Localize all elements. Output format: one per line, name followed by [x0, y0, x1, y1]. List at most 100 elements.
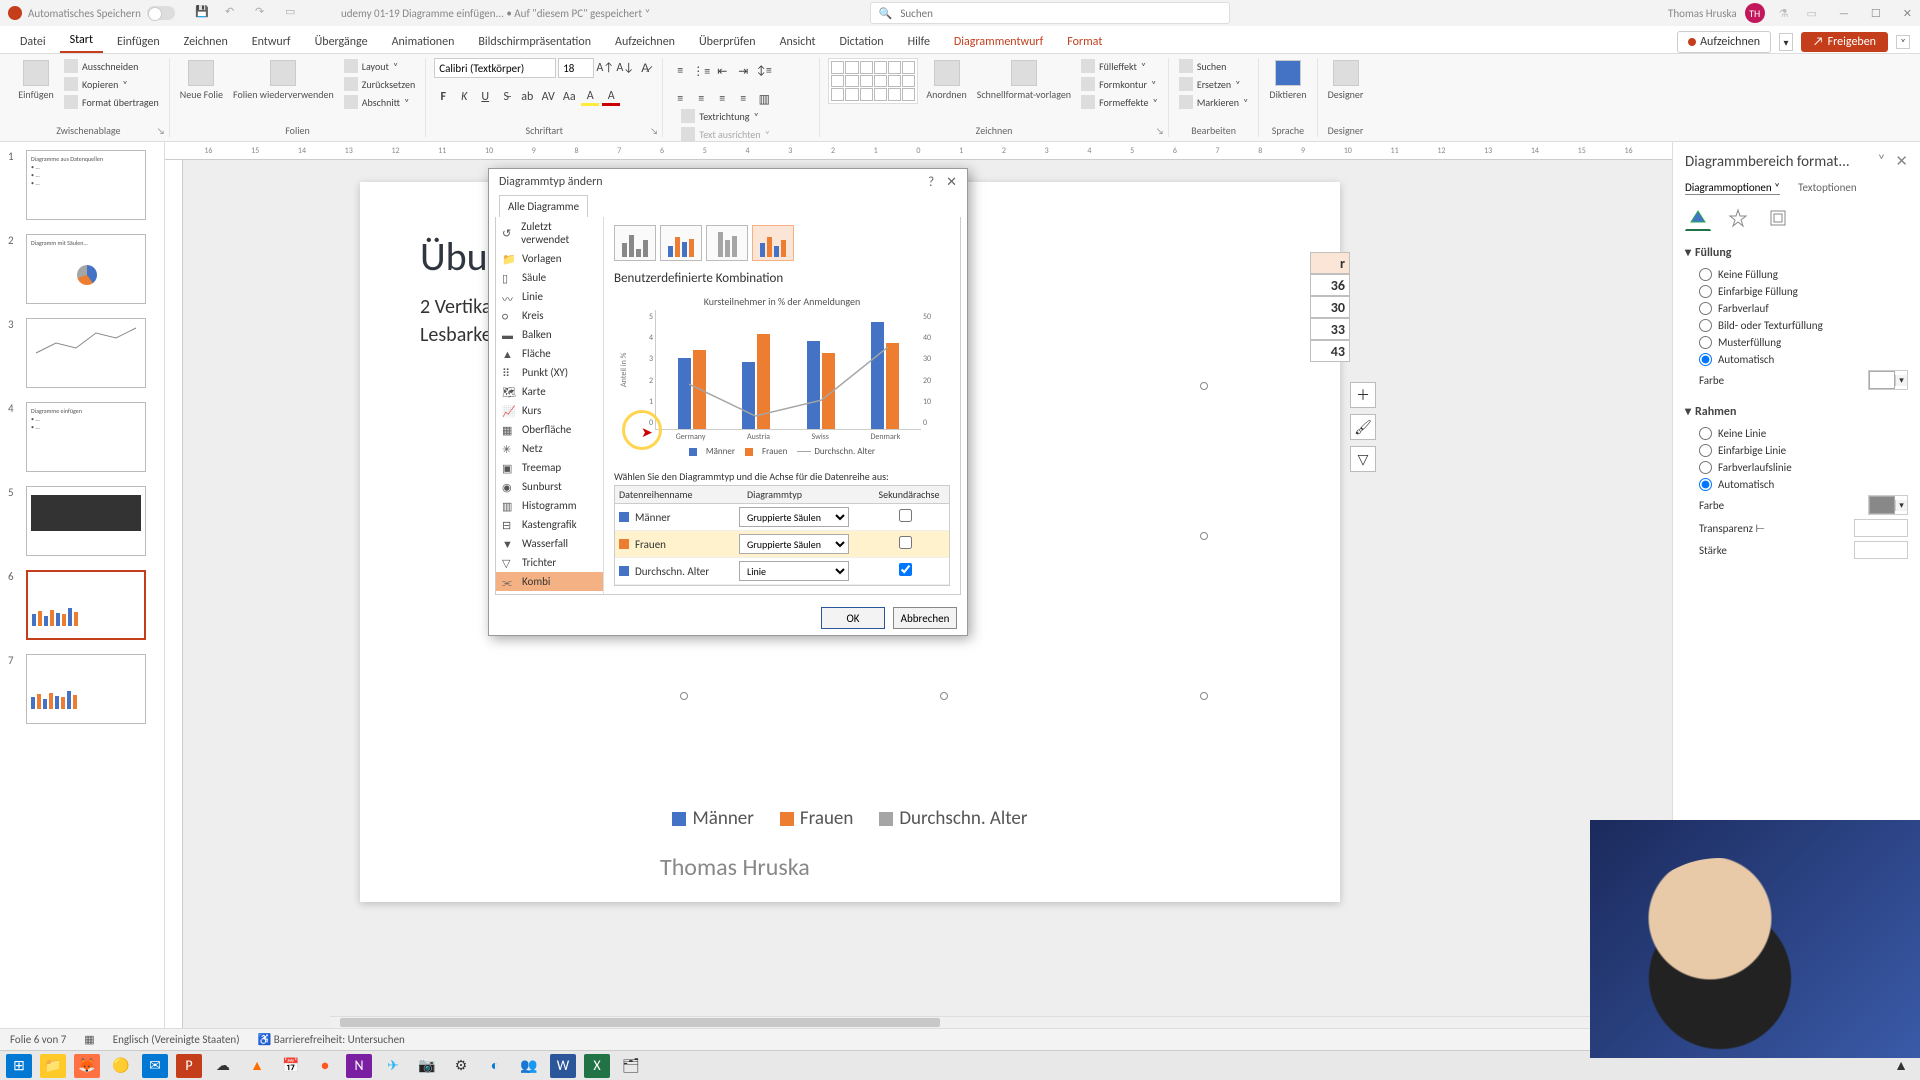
ribbon-mode-icon[interactable]: ▭ [1807, 7, 1817, 20]
fp-tab-chart-options[interactable]: Diagrammoptionen ˅ [1685, 181, 1780, 195]
redo-icon[interactable]: ↷ [255, 5, 271, 21]
shapes-gallery[interactable] [828, 58, 918, 104]
underline-button[interactable]: U [476, 88, 494, 106]
dialog-tab-all[interactable]: Alle Diagramme [499, 195, 588, 217]
chart-elements-button[interactable]: ＋ [1350, 382, 1376, 408]
paste-button[interactable]: Einfügen [16, 58, 56, 103]
search-box[interactable]: 🔍 [870, 2, 1230, 24]
chart-cat-netz[interactable]: ✳Netz [496, 439, 603, 458]
record-button[interactable]: Aufzeichnen [1677, 31, 1771, 53]
shadow-button[interactable]: ab [518, 88, 536, 106]
fp-fill-gradient[interactable]: Farbverlauf [1685, 300, 1908, 317]
find-button[interactable]: Suchen [1177, 58, 1251, 74]
quick-styles-button[interactable]: Schnellformat-vorlagen [975, 58, 1073, 103]
firefox-icon[interactable]: 🦊 [74, 1054, 100, 1078]
fp-fill-header[interactable]: ▾ Füllung [1685, 245, 1908, 260]
thumb-7[interactable] [26, 654, 146, 724]
tab-uebergaenge[interactable]: Übergänge [305, 31, 378, 53]
fp-fill-solid[interactable]: Einfarbige Füllung [1685, 283, 1908, 300]
minimize-icon[interactable]: — [1839, 7, 1849, 20]
launcher-icon[interactable]: ↘ [157, 126, 165, 137]
app-icon[interactable]: 🗂 [618, 1054, 644, 1078]
bold-button[interactable]: F [434, 88, 452, 106]
tab-animationen[interactable]: Animationen [382, 31, 465, 53]
share-button[interactable]: ↗Freigeben [1801, 32, 1888, 52]
fp-fill-color-picker[interactable]: ▾ [1868, 370, 1908, 390]
thumb-1[interactable]: Diagramme aus Datenquellen• ...• ...• ..… [26, 150, 146, 220]
chart-cat-histogramm[interactable]: ▥Histogramm [496, 496, 603, 515]
fp-border-header[interactable]: ▾ Rahmen [1685, 404, 1908, 419]
app-icon[interactable]: 📷 [414, 1054, 440, 1078]
fp-line-color-picker[interactable]: ▾ [1868, 495, 1908, 515]
tab-start[interactable]: Start [60, 29, 103, 53]
tab-datei[interactable]: Datei [10, 31, 56, 53]
search-input[interactable] [900, 7, 1220, 20]
scrollbar-horizontal[interactable] [330, 1016, 1672, 1028]
layout-button[interactable]: Layout ˅ [342, 58, 418, 74]
excel-icon[interactable]: X [584, 1054, 610, 1078]
shrink-font-icon[interactable]: A↓ [616, 59, 634, 77]
scrollbar-thumb[interactable] [340, 1018, 940, 1027]
tab-hilfe[interactable]: Hilfe [898, 31, 940, 53]
pane-close-icon[interactable]: ✕ [1895, 152, 1908, 171]
reset-button[interactable]: Zurücksetzen [342, 76, 418, 92]
onenote-icon[interactable]: N [346, 1054, 372, 1078]
selection-handle[interactable] [940, 692, 948, 700]
chart-cat-kurs[interactable]: 📈Kurs [496, 401, 603, 420]
chart-cat-punktxy[interactable]: ⠿Punkt (XY) [496, 363, 603, 382]
numbering-icon[interactable]: ⋮≡ [692, 62, 710, 80]
outline-button[interactable]: Formkontur ˅ [1079, 76, 1160, 92]
fp-fill-pattern[interactable]: Musterfüllung [1685, 334, 1908, 351]
fp-line-auto[interactable]: Automatisch [1685, 476, 1908, 493]
thumb-5[interactable] [26, 486, 146, 556]
outlook-icon[interactable]: ✉ [142, 1054, 168, 1078]
strike-button[interactable]: S̶ [497, 88, 515, 106]
chart-cat-kombi[interactable]: ⫘Kombi [496, 572, 603, 591]
fill-button[interactable]: Fülleffekt ˅ [1079, 58, 1160, 74]
teams-icon[interactable]: 👥 [516, 1054, 542, 1078]
tab-dictation[interactable]: Dictation [830, 31, 894, 53]
selection-handle[interactable] [1200, 692, 1208, 700]
selection-handle[interactable] [1200, 532, 1208, 540]
chart-cat-kreis[interactable]: ○Kreis [496, 306, 603, 325]
align-text-button[interactable]: Text ausrichten ˅ [679, 126, 811, 142]
chart-cat-vorlagen[interactable]: 📁Vorlagen [496, 249, 603, 268]
fp-line-none[interactable]: Keine Linie [1685, 425, 1908, 442]
chart-styles-button[interactable]: 🖌 [1350, 414, 1376, 440]
ok-button[interactable]: OK [821, 607, 885, 629]
app-icon[interactable]: ● [312, 1054, 338, 1078]
highlight-button[interactable]: A [581, 88, 599, 106]
cut-button[interactable]: Ausschneiden [62, 58, 161, 74]
fp-fill-auto[interactable]: Automatisch [1685, 351, 1908, 368]
font-color-button[interactable]: A [602, 88, 620, 106]
start-button[interactable]: ⊞ [6, 1054, 32, 1078]
slideshow-icon[interactable]: ▭ [285, 5, 301, 21]
avatar[interactable]: TH [1745, 3, 1765, 23]
tab-bildschirm[interactable]: Bildschirmpräsentation [468, 31, 601, 53]
thumb-2[interactable]: Diagramm mit Säulen... [26, 234, 146, 304]
chart-cat-kastengrafik[interactable]: ⊟Kastengrafik [496, 515, 603, 534]
dictate-button[interactable]: Diktieren [1267, 58, 1308, 103]
subtype-3[interactable] [706, 225, 748, 261]
align-right-icon[interactable]: ≡ [713, 90, 731, 108]
accessibility-icon[interactable]: ♿ Barrierefreiheit: Untersuchen [258, 1033, 405, 1046]
launcher-icon[interactable]: ↘ [650, 126, 658, 137]
format-painter-button[interactable]: Format übertragen [62, 94, 161, 110]
subtype-1[interactable] [614, 225, 656, 261]
chrome-icon[interactable]: 🟡 [108, 1054, 134, 1078]
font-size-select[interactable] [558, 58, 594, 78]
coming-soon-icon[interactable]: ⚗ [1779, 7, 1789, 20]
clear-format-icon[interactable]: A̷ [636, 59, 654, 77]
status-language[interactable]: Englisch (Vereinigte Staaten) [113, 1033, 240, 1046]
tab-ansicht[interactable]: Ansicht [770, 31, 826, 53]
case-button[interactable]: Aa [560, 88, 578, 106]
thumb-3[interactable] [26, 318, 146, 388]
chart-filter-button[interactable]: ▽ [1350, 446, 1376, 472]
chart-cat-wasserfall[interactable]: ▼Wasserfall [496, 534, 603, 553]
save-icon[interactable]: 💾 [195, 5, 211, 21]
powerpoint-icon[interactable]: P [176, 1054, 202, 1078]
toggle-switch[interactable] [147, 6, 175, 20]
fp-size-icon[interactable] [1765, 205, 1791, 231]
spacing-button[interactable]: AV [539, 88, 557, 106]
replace-button[interactable]: Ersetzen ˅ [1177, 76, 1251, 92]
